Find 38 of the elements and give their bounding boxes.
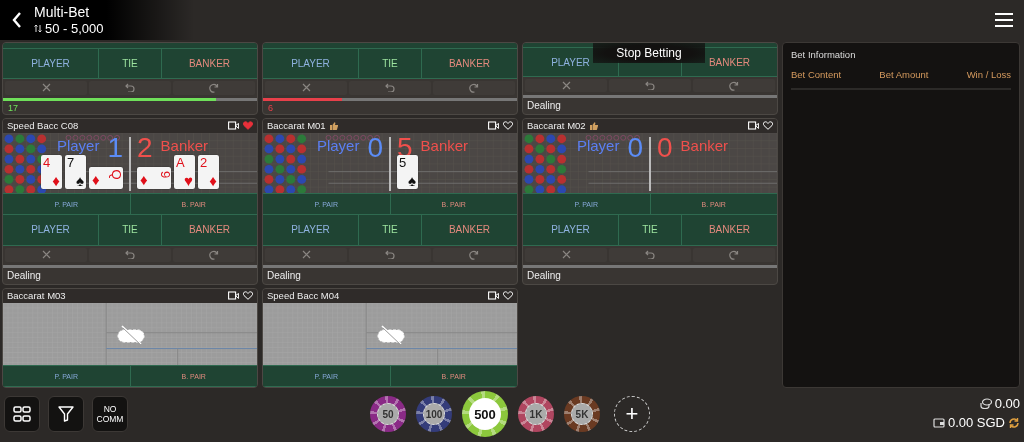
player-label: Player bbox=[576, 136, 620, 154]
playing-card: 9 ♦ bbox=[137, 166, 171, 189]
banker-score: 0 bbox=[657, 132, 673, 163]
page-title: Multi-Bet bbox=[34, 3, 91, 21]
bet-limit: 50 - 5,000 bbox=[45, 20, 104, 37]
panel-title: Bet Information bbox=[791, 49, 857, 60]
playing-card: 5 ♠ bbox=[397, 154, 418, 189]
player-score: 0 bbox=[367, 132, 383, 163]
table-status: Dealing bbox=[526, 99, 562, 113]
player-label: Player bbox=[316, 136, 360, 154]
column-header: Bet Content bbox=[791, 69, 842, 80]
banker-score: 2 bbox=[137, 132, 153, 163]
table-name: Baccarat M01 bbox=[267, 120, 326, 132]
player-label: Player bbox=[56, 136, 100, 154]
player-score: 0 bbox=[627, 132, 643, 163]
bet-total: 0.00 bbox=[994, 396, 1020, 411]
banker-label: Banker bbox=[420, 136, 469, 154]
table-name: Speed Bacc M04 bbox=[267, 290, 340, 302]
playing-card: 2 ♦ bbox=[198, 154, 219, 189]
table-status: Dealing bbox=[266, 269, 302, 284]
table-name: Baccarat M02 bbox=[527, 120, 586, 132]
playing-card: 7 ♠ bbox=[65, 154, 86, 189]
timer-count: 6 bbox=[267, 102, 274, 114]
column-header: Win / Loss bbox=[966, 69, 1011, 80]
stop-betting-toast: Stop Betting bbox=[593, 43, 705, 63]
playing-card: 4 ♦ bbox=[41, 154, 62, 189]
wallet-balance: 0.00 SGD bbox=[947, 415, 1005, 430]
column-header: Bet Amount bbox=[879, 69, 929, 80]
banker-label: Banker bbox=[160, 136, 209, 154]
playing-card: Q ♦ bbox=[89, 166, 123, 189]
table-name: Baccarat M03 bbox=[7, 290, 66, 302]
playing-card: A ♥ bbox=[174, 154, 195, 189]
banker-label: Banker bbox=[680, 136, 729, 154]
player-score: 1 bbox=[107, 132, 123, 163]
table-status: Dealing bbox=[526, 269, 562, 284]
table-name: Speed Bacc C08 bbox=[7, 120, 79, 132]
table-status: Dealing bbox=[6, 269, 42, 284]
timer-count: 17 bbox=[7, 102, 19, 114]
